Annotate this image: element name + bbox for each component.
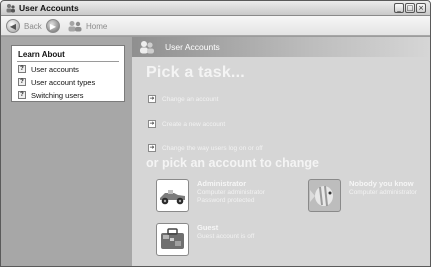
back-arrow-icon: ◀ xyxy=(6,19,20,33)
main-panel: User Accounts Pick a task... ➜ Change an… xyxy=(132,37,430,266)
users-icon xyxy=(140,41,154,54)
divider xyxy=(17,61,119,62)
account-guest[interactable]: Guest Guest account is off xyxy=(156,223,296,259)
suitcase-icon xyxy=(161,228,184,249)
maximize-button[interactable]: □ xyxy=(405,3,415,13)
suitcase-picture xyxy=(156,223,189,256)
learn-item-switching-users[interactable]: ? Switching users xyxy=(18,90,84,100)
help-icon: ? xyxy=(18,91,26,99)
main-header: User Accounts xyxy=(132,37,430,57)
account-name: Administrator xyxy=(197,179,247,188)
pick-task-heading: Pick a task... xyxy=(146,64,245,81)
account-type: Computer administrator xyxy=(349,189,417,196)
home-label: Home xyxy=(86,21,108,31)
forward-button[interactable]: ▶ xyxy=(46,18,60,34)
task-create-account[interactable]: ➜ Create a new account xyxy=(148,119,225,129)
pick-account-heading: or pick an account to change xyxy=(146,156,319,170)
fish-icon xyxy=(310,185,333,207)
task-change-account[interactable]: ➜ Change an account xyxy=(148,94,218,104)
back-button[interactable]: ◀ Back xyxy=(6,18,42,34)
learn-item-user-account-types[interactable]: ? User account types xyxy=(18,77,95,87)
learn-about-panel: Learn About ? User accounts ? User accou… xyxy=(11,45,125,102)
learn-about-title: Learn About xyxy=(18,50,65,59)
account-status: Password protected xyxy=(197,197,255,204)
learn-item-label: User accounts xyxy=(31,64,79,74)
help-icon: ? xyxy=(18,65,26,73)
race-car-icon xyxy=(160,190,185,205)
account-status: Guest account is off xyxy=(197,233,255,240)
home-button[interactable]: Home xyxy=(67,18,107,34)
back-label: Back xyxy=(24,21,42,31)
title-bar[interactable]: User Accounts _ □ × xyxy=(1,1,430,16)
help-icon: ? xyxy=(18,78,26,86)
account-name: Guest xyxy=(197,223,219,232)
learn-item-label: User account types xyxy=(31,77,96,87)
close-button[interactable]: × xyxy=(416,3,426,13)
account-nobody-you-know[interactable]: Nobody you know Computer administrator xyxy=(308,179,423,215)
account-administrator[interactable]: Administrator Computer administrator Pas… xyxy=(156,179,296,215)
sidebar: Learn About ? User accounts ? User accou… xyxy=(1,37,132,266)
main-header-title: User Accounts xyxy=(165,42,220,52)
account-name: Nobody you know xyxy=(349,179,414,188)
navigation-toolbar: ◀ Back ▶ Home xyxy=(1,16,430,36)
user-accounts-app-icon xyxy=(6,4,15,13)
user-accounts-window: User Accounts _ □ × ◀ Back ▶ Home Learn … xyxy=(0,0,431,267)
task-label: Change the way users log on or off xyxy=(162,144,263,152)
users-home-icon xyxy=(68,21,82,32)
race-car-picture xyxy=(156,179,189,212)
task-label: Change an account xyxy=(162,95,219,103)
account-type: Computer administrator xyxy=(197,189,265,196)
learn-item-user-accounts[interactable]: ? User accounts xyxy=(18,64,79,74)
arrow-icon: ➜ xyxy=(148,95,156,103)
arrow-icon: ➜ xyxy=(148,144,156,152)
fish-picture xyxy=(308,179,341,212)
minimize-button[interactable]: _ xyxy=(394,3,404,13)
arrow-icon: ➜ xyxy=(148,120,156,128)
task-label: Create a new account xyxy=(162,120,226,128)
window-title: User Accounts xyxy=(19,3,79,13)
learn-item-label: Switching users xyxy=(31,90,84,100)
task-change-logon[interactable]: ➜ Change the way users log on or off xyxy=(148,143,263,153)
forward-arrow-icon: ▶ xyxy=(46,19,60,33)
